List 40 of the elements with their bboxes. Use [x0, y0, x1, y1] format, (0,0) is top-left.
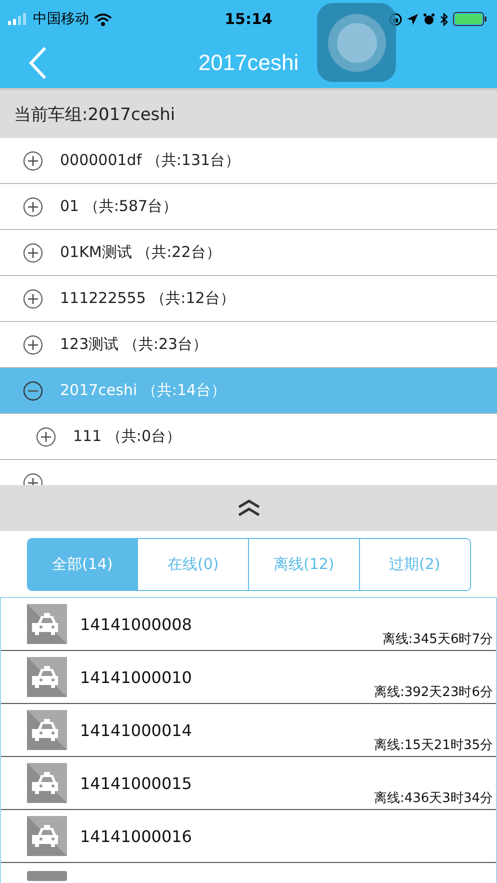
vehicle-row[interactable]: 14141000014 离线:15天21时35分 [1, 704, 496, 757]
vehicle-number: 14141000010 [80, 668, 192, 686]
expand-icon [36, 426, 56, 446]
wifi-icon [94, 12, 112, 26]
tree-item[interactable]: 01 （共:587台） [0, 184, 497, 230]
collapse-icon [23, 380, 43, 400]
offline-duration: 离线:345天6时7分 [382, 631, 493, 648]
expand-icon [23, 334, 43, 354]
alarm-icon [423, 13, 435, 25]
location-icon [407, 14, 418, 24]
tree-item[interactable]: 111222555 （共:12台） [0, 276, 497, 322]
bluetooth-icon [440, 12, 448, 26]
expand-icon [23, 196, 43, 216]
tree-item[interactable]: 111 （共:0台） [0, 414, 497, 460]
vehicle-number: 14141000014 [80, 720, 192, 740]
carrier-name: 中国移动 [33, 10, 89, 28]
vehicle-number: 14141000008 [80, 614, 192, 634]
expand-icon [23, 150, 43, 170]
group-header: 当前车组:2017ceshi [0, 88, 497, 138]
tree-item[interactable]: 01KM测试 （共:22台） [0, 230, 497, 276]
signal-icon [8, 13, 28, 25]
assistive-touch-button[interactable] [317, 3, 396, 82]
vehicle-row[interactable]: 14141000016 [1, 810, 496, 863]
offline-duration: 离线:392天23时6分 [374, 684, 493, 701]
collapse-bar[interactable] [0, 485, 497, 531]
battery-icon [453, 12, 489, 26]
expand-icon [23, 288, 43, 308]
vehicle-row[interactable]: 14141000010 离线:392天23时6分 [1, 651, 496, 704]
tree-item[interactable]: 0000001df （共:131台） [0, 138, 497, 184]
double-chevron-up-icon [236, 499, 260, 517]
clock: 15:14 [224, 10, 272, 28]
vehicle-row[interactable]: 14141000015 离线:436天3时34分 [1, 757, 496, 810]
expand-icon [23, 242, 43, 262]
page-title: 2017ceshi [198, 50, 299, 76]
offline-duration: 离线:15天21时35分 [374, 737, 493, 754]
vehicle-number: 14141000015 [80, 774, 192, 792]
vehicle-number: 14141000016 [80, 826, 192, 846]
offline-duration: 离线:436天3时34分 [374, 790, 493, 807]
vehicle-row[interactable]: 14141000008 离线:345天6时7分 [1, 598, 496, 651]
back-button[interactable] [28, 46, 48, 80]
